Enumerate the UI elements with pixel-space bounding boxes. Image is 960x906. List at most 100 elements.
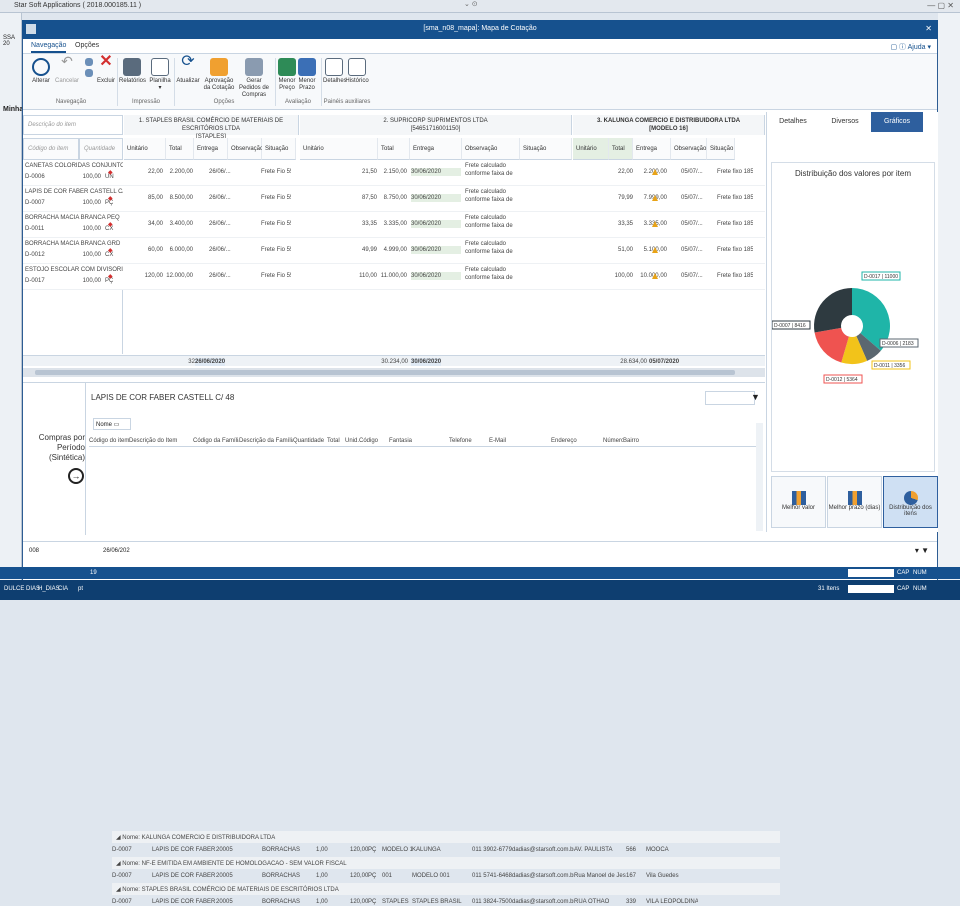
card-distribuicao[interactable]: Distribuição dos itens — [883, 476, 938, 528]
bottom-col-header[interactable]: Quantidade — [293, 437, 327, 445]
col-header-s3-3[interactable]: Observação — [671, 138, 707, 160]
bottom-col-header[interactable]: Fantasia — [389, 437, 449, 445]
bottom-cell: D-0007 — [112, 899, 132, 905]
bottom-cell: 167 — [626, 873, 637, 879]
bottom-cell: 20005 — [216, 899, 233, 905]
bottom-col-header[interactable]: Descrição do Item — [129, 437, 193, 445]
group-by-chip[interactable]: Nome ▭ — [93, 418, 131, 430]
cell: 30/06/2020 — [411, 168, 461, 176]
bottom-col-header[interactable]: Código do item — [89, 437, 129, 445]
group-label: Nome: KALUNGA COMERCIO E DISTRIBUIDORA L… — [122, 835, 276, 841]
cell: 26/06/... — [209, 195, 231, 201]
bottom-col-header[interactable]: Unid. — [345, 437, 359, 445]
desc-filter[interactable]: Descrição do item — [23, 115, 123, 135]
bottom-cell: RUA OTHÃO — [574, 899, 610, 905]
cell: 60,00 — [147, 247, 163, 253]
bottom-col-header[interactable]: Descrição da Família — [239, 437, 293, 445]
bottom-cell: STAPLES — [382, 899, 409, 905]
tab-diversos[interactable]: Diversos — [819, 112, 871, 132]
card-melhor-valor[interactable]: Melhor valor — [771, 476, 826, 528]
gerar-pedidos-button[interactable]: Gerar Pedidos de Compras — [235, 58, 273, 99]
scroll-thumb[interactable] — [35, 370, 735, 375]
bottom-col-header[interactable]: Código — [359, 437, 389, 445]
col-header-s2-4[interactable]: Situação — [520, 138, 572, 160]
outer-center-controls[interactable]: ⌄ ⊙ — [464, 0, 478, 8]
menor-prazo-label: Menor Prazo — [298, 78, 316, 91]
aprovacao-button[interactable]: Aprovação da Cotação — [203, 58, 235, 92]
tab-graficos[interactable]: Gráficos — [871, 112, 923, 132]
cell: 110,00 — [359, 273, 377, 279]
tab-navegacao[interactable]: Navegação — [31, 42, 67, 53]
cell: 30/06/2020 — [411, 194, 461, 202]
qty-filter[interactable]: Quantidade — [79, 138, 123, 160]
ribbon-small-icons[interactable] — [83, 58, 95, 79]
bottom-col-header[interactable]: Código da Família — [193, 437, 239, 445]
close-icon[interactable]: ✕ — [925, 24, 932, 33]
cell: Frete calculado conforme faixa de — [465, 267, 513, 281]
bottom-search-box[interactable] — [705, 391, 755, 405]
bottom-cell: 120,00 — [350, 873, 368, 879]
bottom-col-header[interactable]: Bairro — [623, 437, 675, 445]
col-header-s2-2[interactable]: Entrega — [410, 138, 462, 160]
col-header-s2-3[interactable]: Observação — [462, 138, 520, 160]
group-row[interactable]: ◢ Nome: NF-E EMITIDA EM AMBIENTE DE HOMO… — [112, 857, 780, 869]
col-header-s2-1[interactable]: Total — [378, 138, 410, 160]
bottom-cell: PÇ — [368, 899, 377, 905]
bottom-col-header[interactable]: Telefone — [449, 437, 489, 445]
col-header-s3-4[interactable]: Situação — [707, 138, 735, 160]
bottom-col-header[interactable]: E-Mail — [489, 437, 551, 445]
col-header-s3-1[interactable]: Total — [609, 138, 633, 160]
bottom-col-header[interactable]: Número — [603, 437, 623, 445]
arrow-right-icon[interactable]: → — [68, 468, 84, 484]
excluir-button[interactable]: ✕ Excluir — [95, 54, 117, 85]
filter-dropdown-icon[interactable]: ▾ ▼ — [915, 546, 929, 555]
alterar-button[interactable]: Alterar — [29, 58, 53, 85]
menor-prazo-button[interactable]: Menor Prazo — [297, 58, 317, 92]
tab-opcoes[interactable]: Opções — [75, 42, 99, 49]
group-avaliacao: Avaliação — [285, 99, 311, 105]
bottom-cell: Vila Guedes — [646, 873, 679, 879]
col-header-s1-0[interactable]: Unitário — [124, 138, 166, 160]
bottom-cell: 120,00 — [350, 899, 368, 905]
bottom-cell: KALUNGA — [412, 847, 441, 853]
col-header-s1-2[interactable]: Entrega — [194, 138, 228, 160]
bottom-cell: dadias@starsoft.com.br — [512, 873, 574, 879]
relatorios-button[interactable]: Relatórios — [119, 58, 146, 85]
bottom-cell: 1,00 — [316, 873, 328, 879]
cell: 05/07/... — [681, 169, 703, 175]
menor-preco-button[interactable]: Menor Preço — [277, 58, 297, 92]
historico-button[interactable]: Histórico — [345, 58, 369, 85]
atualizar-button[interactable]: ⟳ Atualizar — [175, 54, 201, 85]
tab-detalhes[interactable]: Detalhes — [767, 112, 819, 132]
horizontal-scrollbar[interactable] — [23, 368, 765, 377]
card-melhor-prazo[interactable]: Melhor prazo (dias) — [827, 476, 882, 528]
ajuda-button[interactable]: ▢ ⓘ Ajuda ▾ — [891, 42, 932, 52]
pie-slice[interactable] — [814, 288, 852, 333]
cancelar-button[interactable]: ↶ Cancelar — [55, 54, 79, 85]
truck-icon — [298, 58, 316, 76]
ssa-label: SSA 20 — [3, 35, 15, 47]
bottom-col-header[interactable]: Total — [327, 437, 345, 445]
filter-icon[interactable]: ▼ — [751, 392, 760, 402]
code-filter[interactable]: Código do item — [23, 138, 79, 160]
col-header-s2-0[interactable]: Unitário — [300, 138, 378, 160]
history-icon — [348, 58, 366, 76]
bottom-vertical-scrollbar[interactable] — [756, 423, 763, 531]
col-header-s3-2[interactable]: Entrega — [633, 138, 671, 160]
outer-window-controls[interactable]: — ▢ ✕ — [927, 1, 954, 10]
group-row[interactable]: ◢ Nome: STAPLES BRASIL COMÉRCIO DE MATER… — [112, 883, 780, 895]
col-header-s1-3[interactable]: Observação — [228, 138, 263, 160]
supplier-3-sub: [MODELO 16] — [649, 126, 688, 132]
cell: Frete fixo 185 — [717, 247, 753, 253]
status-field-2 — [848, 585, 894, 593]
bottom-cell: 20005 — [216, 847, 233, 853]
status-hdias: H_DIAS — [38, 586, 60, 592]
bottom-col-header[interactable]: Endereço — [551, 437, 603, 445]
group-row[interactable]: ◢ Nome: KALUNGA COMERCIO E DISTRIBUIDORA… — [112, 831, 780, 843]
planilha-button[interactable]: Planilha ▾ — [147, 58, 173, 92]
col-header-s1-1[interactable]: Total — [166, 138, 194, 160]
col-header-s3-0[interactable]: Unitário — [573, 138, 609, 160]
detalhes-button[interactable]: Detalhes — [323, 58, 347, 85]
chart-panel: Distribuição dos valores por item D-0017… — [771, 162, 935, 472]
col-header-s1-4[interactable]: Situação — [262, 138, 296, 160]
